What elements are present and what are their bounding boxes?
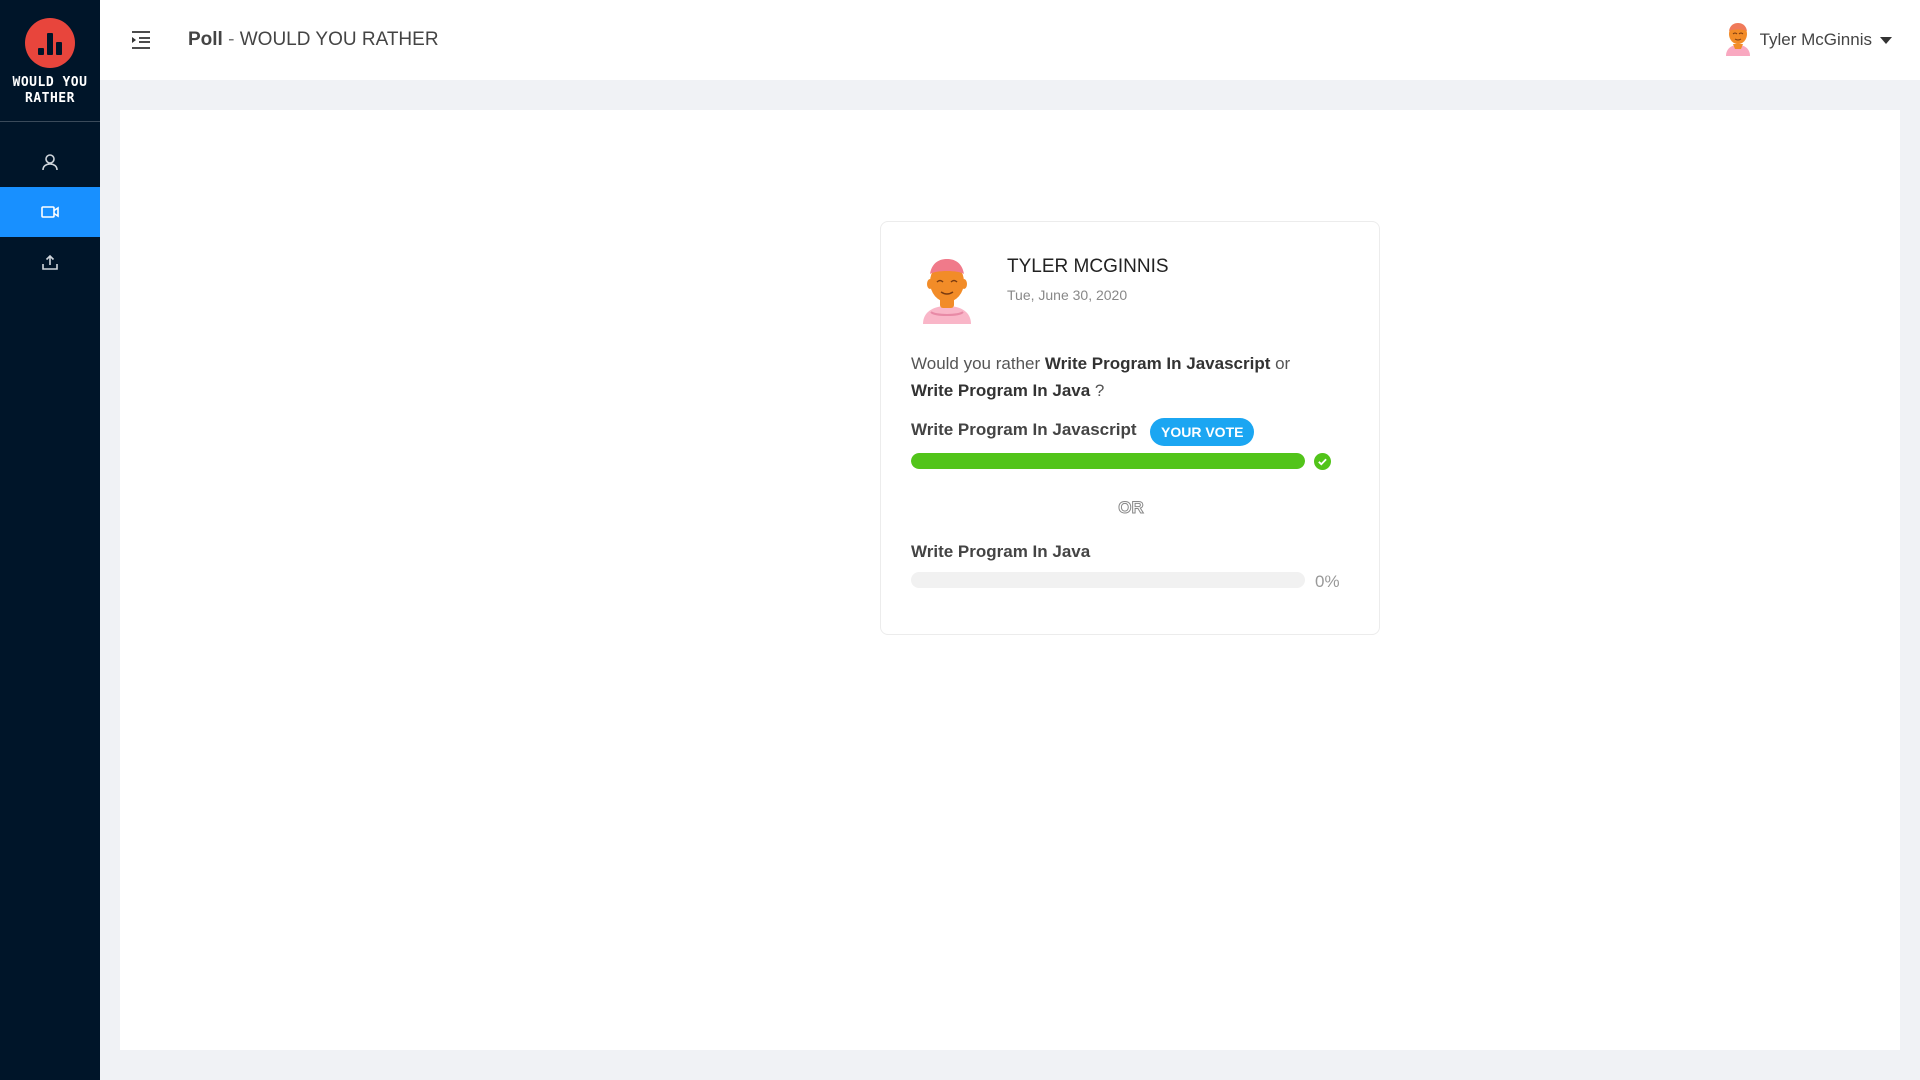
your-vote-badge: YOUR VOTE: [1150, 418, 1255, 446]
user-name: Tyler McGinnis: [1759, 30, 1872, 49]
page-title: Poll - WOULD YOU RATHER: [188, 29, 439, 50]
sidebar-item-profile[interactable]: [0, 137, 100, 187]
poll-chart-icon: [25, 18, 75, 68]
menu-fold-icon[interactable]: [130, 29, 152, 51]
option-two-progress: [911, 572, 1305, 588]
poll-question: Would you rather Write Program In Javasc…: [911, 354, 1291, 400]
upload-icon: [42, 254, 58, 270]
content-area: TYLER MCGINNIS Tue, June 30, 2020 Would …: [120, 110, 1900, 1050]
user-menu[interactable]: Tyler McGinnis: [1722, 0, 1892, 80]
avatar: [1725, 23, 1750, 56]
option-one-label: Write Program In Javascript: [911, 420, 1137, 439]
sidebar: WOULD YOU RATHER: [0, 0, 100, 1080]
poll-date: Tue, June 30, 2020: [1007, 287, 1128, 303]
author-avatar: [923, 259, 971, 324]
poll-card: TYLER MCGINNIS Tue, June 30, 2020 Would …: [880, 221, 1380, 635]
check-circle-icon: [1314, 453, 1331, 470]
logo-text: WOULD YOU RATHER: [12, 75, 88, 106]
caret-down-icon: [1880, 36, 1892, 44]
option-one-progress: [911, 453, 1305, 469]
option-one-progress-fill: [911, 453, 1305, 469]
option-two-percent: 0%: [1315, 572, 1340, 591]
video-icon: [41, 206, 59, 218]
author-name: TYLER MCGINNIS: [1007, 256, 1169, 277]
sidebar-item-new-poll[interactable]: [0, 237, 100, 287]
sidebar-item-polls[interactable]: [0, 187, 100, 237]
option-two-label: Write Program In Java: [911, 542, 1091, 561]
or-divider: OR: [1118, 498, 1145, 518]
app-logo[interactable]: WOULD YOU RATHER: [0, 0, 100, 122]
top-header: Poll - WOULD YOU RATHER Tyler McGinnis: [100, 0, 1920, 80]
user-icon: [42, 154, 58, 171]
